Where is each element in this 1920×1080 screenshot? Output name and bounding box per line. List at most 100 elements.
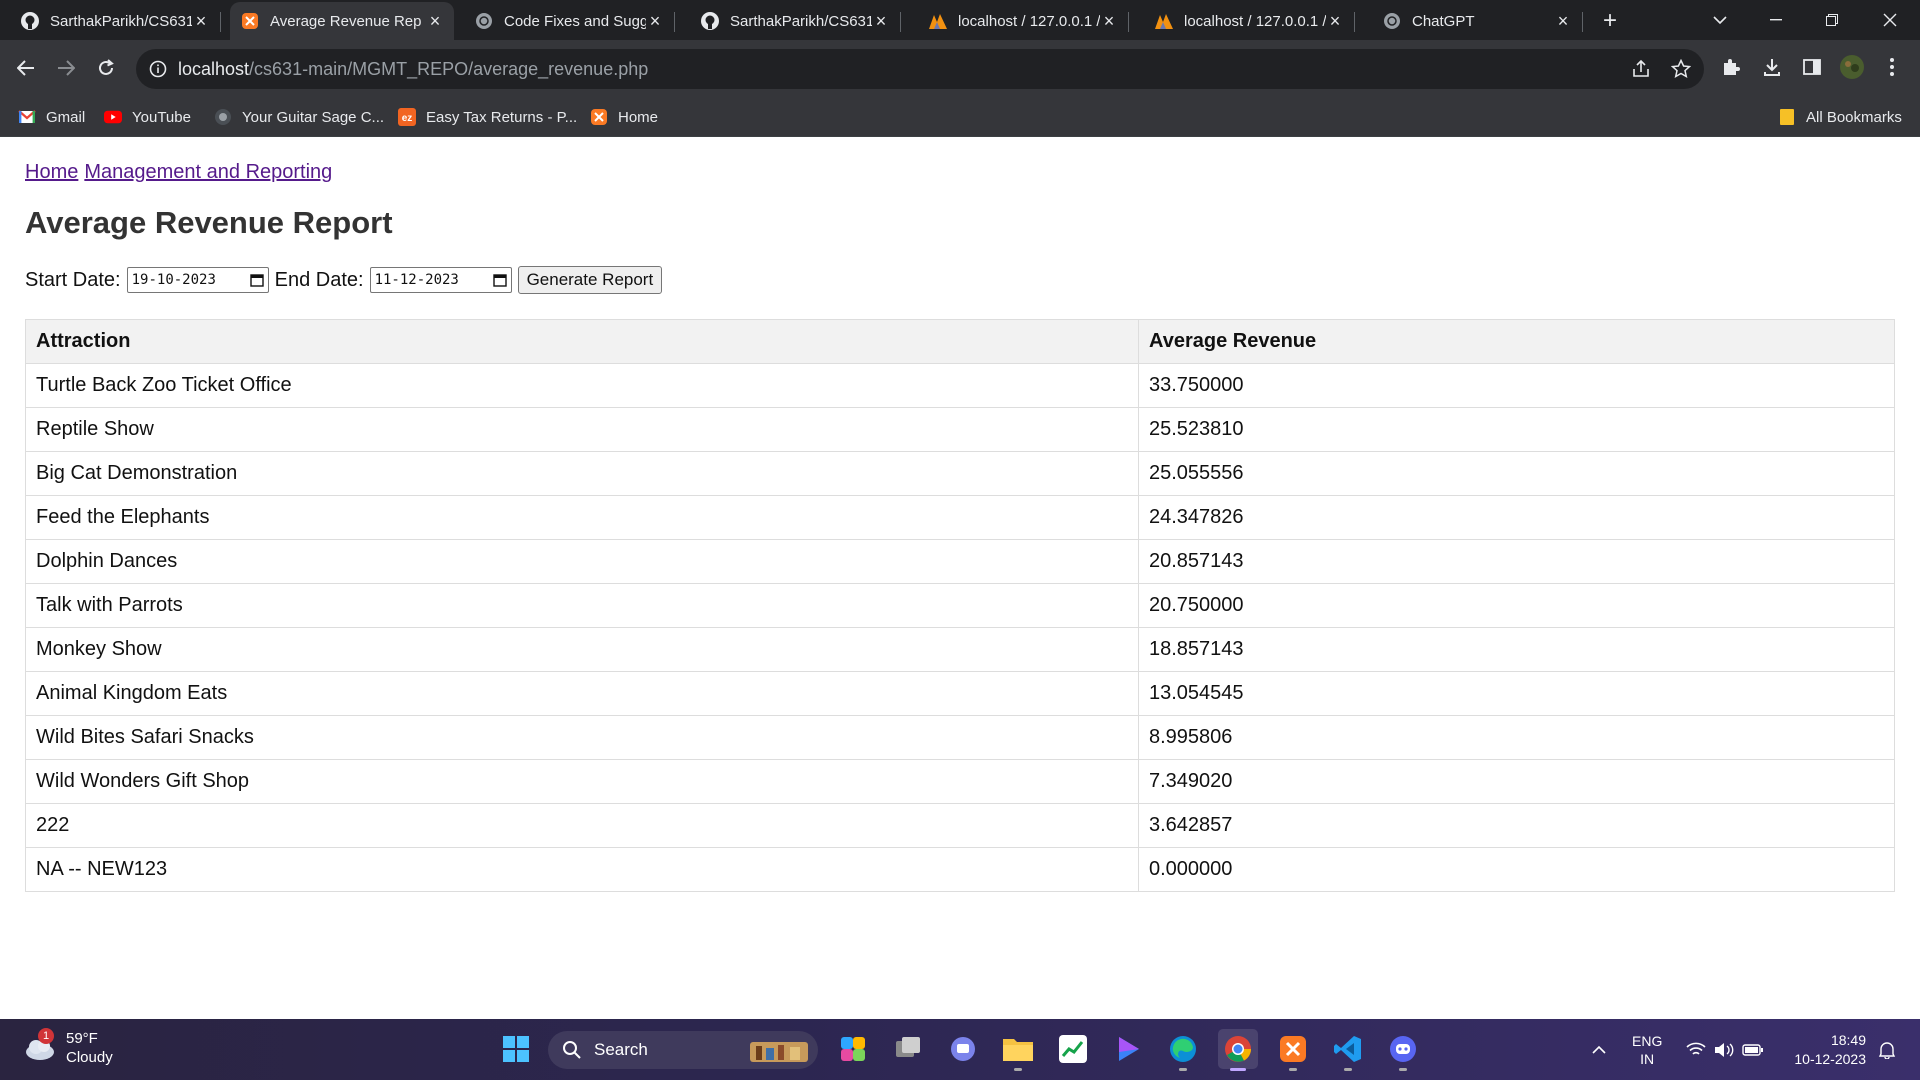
xampp-app[interactable] (1273, 1029, 1313, 1071)
browser-tab[interactable]: SarthakParikh/CS631 × (10, 2, 221, 40)
bookmark-label: Home (618, 108, 659, 126)
minimize-button[interactable] (1748, 0, 1804, 40)
forward-button[interactable] (48, 50, 84, 86)
language-indicator[interactable]: ENG IN (1632, 1019, 1662, 1080)
close-tab-icon[interactable]: × (1554, 11, 1572, 32)
side-panel-button[interactable] (1798, 53, 1826, 81)
calendar-icon[interactable] (249, 273, 264, 287)
reload-button[interactable] (88, 50, 124, 86)
bookmark-item[interactable]: Home (590, 106, 658, 128)
url-host: localhost (178, 59, 250, 79)
table-row: NA -- NEW123 0.000000 (25, 847, 1895, 892)
quick-settings[interactable] (1686, 1019, 1764, 1080)
average-revenue-cell: 0.000000 (1138, 847, 1895, 892)
management-reporting-link[interactable]: Management and Reporting (84, 161, 332, 183)
chrome-app[interactable] (1218, 1029, 1258, 1071)
url-path: /cs631-main/MGMT_REPO/average_revenue.ph… (249, 59, 649, 79)
search-label: Search (594, 1040, 648, 1059)
average-revenue-cell: 20.750000 (1138, 583, 1895, 628)
calendar-icon[interactable] (492, 273, 507, 287)
close-tab-icon[interactable]: × (1326, 11, 1344, 32)
close-tab-icon[interactable]: × (646, 11, 664, 32)
close-icon (1883, 13, 1897, 27)
attraction-cell: Monkey Show (25, 627, 1139, 672)
xampp-icon (590, 108, 608, 126)
taskbar-search[interactable]: Search (548, 1031, 818, 1069)
generate-report-button[interactable]: Generate Report (517, 266, 663, 294)
chatgpt-icon (474, 11, 494, 31)
restore-button[interactable] (1804, 0, 1860, 40)
average-revenue-cell: 13.054545 (1138, 671, 1895, 716)
downloads-button[interactable] (1758, 53, 1786, 81)
back-button[interactable] (8, 50, 44, 86)
download-icon (1764, 59, 1780, 76)
close-tab-icon[interactable]: × (426, 11, 444, 32)
guitar-sage-icon (214, 108, 232, 126)
profile-avatar[interactable] (1838, 53, 1866, 81)
close-tab-icon[interactable]: × (872, 11, 890, 32)
show-hidden-icons-button[interactable] (1592, 1019, 1606, 1080)
all-bookmarks-button[interactable]: All Bookmarks (1778, 106, 1902, 128)
bookmark-star-button[interactable] (1670, 58, 1692, 81)
url-text[interactable]: localhost/cs631-main/MGMT_REPO/average_r… (178, 59, 648, 80)
start-date-input[interactable]: 19-10-2023 (126, 267, 269, 293)
github-icon (700, 11, 720, 31)
weather-widget[interactable]: 1 59°F Cloudy (22, 1028, 113, 1067)
clock-date: 10-12-2023 (1794, 1050, 1866, 1067)
bookmark-item[interactable]: Gmail (18, 106, 85, 128)
average-revenue-cell: 18.857143 (1138, 627, 1895, 672)
tab-separator (1354, 12, 1355, 32)
copilot-app[interactable] (833, 1029, 873, 1069)
info-icon[interactable] (148, 59, 168, 79)
volume-icon (1715, 1042, 1734, 1057)
tab-separator (1582, 12, 1583, 32)
home-link[interactable]: Home (25, 161, 78, 183)
attraction-cell: Wild Wonders Gift Shop (25, 759, 1139, 804)
browser-tab[interactable]: SarthakParikh/CS631 × (690, 2, 901, 40)
stocks-app[interactable] (1053, 1029, 1093, 1069)
browser-menu-button[interactable] (1878, 53, 1906, 81)
average-revenue-cell: 25.055556 (1138, 451, 1895, 496)
browser-tab[interactable]: ChatGPT × (1372, 2, 1583, 40)
table-row: Big Cat Demonstration 25.055556 (25, 451, 1895, 496)
browser-tab[interactable]: Average Revenue Rep × (230, 2, 454, 40)
wifi-icon (1686, 1042, 1706, 1055)
discord-app[interactable] (1383, 1029, 1423, 1071)
github-icon (20, 11, 40, 31)
teams-chat-app[interactable] (943, 1029, 983, 1069)
running-indicator (1344, 1068, 1352, 1071)
share-button[interactable] (1630, 59, 1652, 81)
edge-app[interactable] (1163, 1029, 1203, 1071)
close-tab-icon[interactable]: × (192, 11, 210, 32)
bookmark-item[interactable]: YouTube (104, 106, 191, 128)
close-window-button[interactable] (1862, 0, 1918, 40)
browser-tab[interactable]: localhost / 127.0.0.1 /× (918, 2, 1129, 40)
copilot-bing-app[interactable] (1108, 1029, 1148, 1069)
tab-search-button[interactable] (1692, 0, 1748, 40)
bookmark-item[interactable]: Your Guitar Sage C... (214, 106, 384, 128)
browser-tab[interactable]: localhost / 127.0.0.1 /× (1144, 2, 1355, 40)
end-date-label: End Date: (274, 268, 364, 291)
side-panel-icon (1803, 59, 1821, 75)
edge-icon (1170, 1036, 1196, 1062)
bookmark-item[interactable]: ez Easy Tax Returns - P... (398, 106, 577, 128)
average-revenue-cell: 25.523810 (1138, 407, 1895, 452)
start-button[interactable] (496, 1029, 536, 1069)
attraction-cell: Dolphin Dances (25, 539, 1139, 584)
browser-toolbar: localhost/cs631-main/MGMT_REPO/average_r… (0, 40, 1920, 98)
notifications-button[interactable] (1878, 1019, 1896, 1080)
clock[interactable]: 18:49 10-12-2023 (1786, 1019, 1866, 1080)
end-date-input[interactable]: 11-12-2023 (369, 267, 512, 293)
browser-tab[interactable]: Code Fixes and Sugg × (464, 2, 675, 40)
file-explorer-app[interactable] (998, 1029, 1038, 1071)
address-bar[interactable]: localhost/cs631-main/MGMT_REPO/average_r… (136, 49, 1704, 89)
close-tab-icon[interactable]: × (1100, 11, 1118, 32)
extensions-button[interactable] (1717, 53, 1745, 81)
search-highlight-icon (750, 1042, 808, 1062)
kebab-menu-icon (1890, 58, 1894, 76)
tab-title: SarthakParikh/CS631 (50, 12, 192, 30)
task-view-app[interactable] (888, 1029, 928, 1069)
vscode-app[interactable] (1328, 1029, 1368, 1071)
tab-title: Code Fixes and Sugg (504, 12, 646, 30)
new-tab-button[interactable]: + (1590, 2, 1630, 40)
